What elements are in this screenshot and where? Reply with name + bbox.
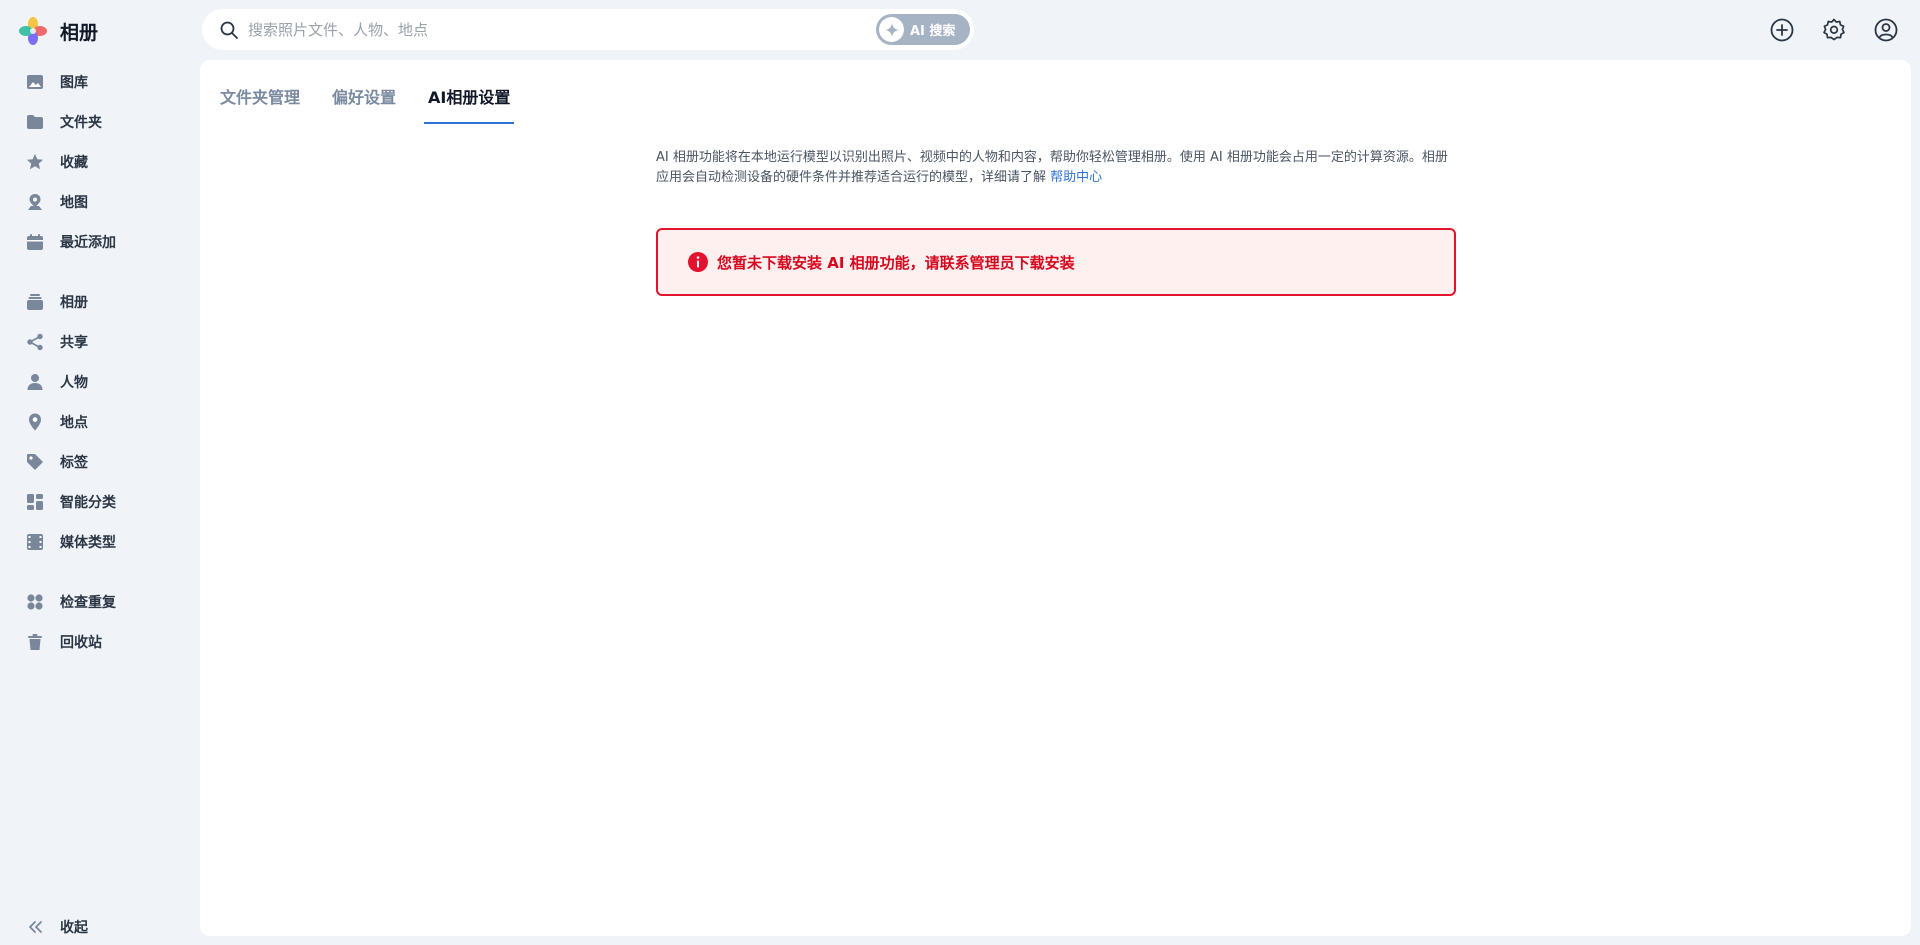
sidebar-item-share[interactable]: 共享 xyxy=(14,325,190,359)
settings-tabs: 文件夹管理 偏好设置 AI相册设置 xyxy=(220,82,542,124)
sidebar-item-label: 媒体类型 xyxy=(60,535,116,551)
search-icon xyxy=(218,19,240,41)
album-stack-icon xyxy=(22,289,48,315)
sidebar-item-places[interactable]: 地点 xyxy=(14,405,190,439)
sidebar-item-label: 智能分类 xyxy=(60,495,116,511)
sidebar-item-folders[interactable]: 文件夹 xyxy=(14,105,190,139)
location-icon xyxy=(22,409,48,435)
search-input[interactable] xyxy=(248,20,848,39)
search-bar: AI 搜索 xyxy=(202,9,974,50)
sidebar-item-label: 人物 xyxy=(60,375,88,391)
not-installed-alert: 您暂未下载安装 AI 相册功能，请联系管理员下载安装 xyxy=(656,228,1456,296)
ai-search-label: AI 搜索 xyxy=(910,24,956,39)
map-pin-icon xyxy=(22,189,48,215)
sidebar-item-map[interactable]: 地图 xyxy=(14,185,190,219)
user-account-icon[interactable] xyxy=(1872,16,1900,44)
person-icon xyxy=(22,369,48,395)
image-icon xyxy=(22,69,48,95)
sidebar-item-label: 检查重复 xyxy=(60,595,116,611)
gear-icon[interactable] xyxy=(1820,16,1848,44)
sidebar-item-tags[interactable]: 标签 xyxy=(14,445,190,479)
sidebar-item-people[interactable]: 人物 xyxy=(14,365,190,399)
sidebar-item-label: 标签 xyxy=(60,455,88,471)
sidebar-item-media-types[interactable]: 媒体类型 xyxy=(14,525,190,559)
alert-text: 您暂未下载安装 AI 相册功能，请联系管理员下载安装 xyxy=(717,253,1075,272)
sidebar-item-albums[interactable]: 相册 xyxy=(14,285,190,319)
sidebar-item-label: 图库 xyxy=(60,75,88,91)
sidebar-item-label: 文件夹 xyxy=(60,115,102,131)
collapse-label: 收起 xyxy=(60,920,88,936)
trash-icon xyxy=(22,629,48,655)
sidebar: 相册 图库 文件夹 收藏 地图 最近添加 相册 共享 人物 地点 标签 智能分类… xyxy=(0,0,200,945)
tab-ai-album-settings[interactable]: AI相册设置 xyxy=(424,82,515,124)
folder-icon xyxy=(22,109,48,135)
sidebar-item-duplicates[interactable]: 检查重复 xyxy=(14,585,190,619)
duplicates-icon xyxy=(22,589,48,615)
alert-icon xyxy=(687,251,709,273)
sidebar-item-label: 收藏 xyxy=(60,155,88,171)
sidebar-item-gallery[interactable]: 图库 xyxy=(14,65,190,99)
double-chevron-left-icon xyxy=(22,914,48,940)
sparkle-icon xyxy=(879,17,904,42)
film-icon xyxy=(22,529,48,555)
sidebar-item-favorites[interactable]: 收藏 xyxy=(14,145,190,179)
top-actions xyxy=(1768,16,1900,44)
add-icon[interactable] xyxy=(1768,16,1796,44)
app-window: 相册 图库 文件夹 收藏 地图 最近添加 相册 共享 人物 地点 标签 智能分类… xyxy=(0,0,1920,945)
app-logo-icon xyxy=(16,14,50,48)
help-center-link[interactable]: 帮助中心 xyxy=(1050,170,1102,185)
ai-search-button[interactable]: AI 搜索 xyxy=(876,14,970,45)
sidebar-item-label: 最近添加 xyxy=(60,235,116,251)
smart-category-icon xyxy=(22,489,48,515)
sidebar-item-label: 相册 xyxy=(60,295,88,311)
sidebar-item-label: 地点 xyxy=(60,415,88,431)
collapse-sidebar-button[interactable]: 收起 xyxy=(14,910,190,944)
sidebar-item-label: 共享 xyxy=(60,335,88,351)
tab-folder-management[interactable]: 文件夹管理 xyxy=(220,82,300,124)
calendar-icon xyxy=(22,229,48,255)
tag-icon xyxy=(22,449,48,475)
sidebar-item-trash[interactable]: 回收站 xyxy=(14,625,190,659)
brand: 相册 xyxy=(16,14,98,48)
settings-panel: 文件夹管理 偏好设置 AI相册设置 AI 相册功能将在本地运行模型以识别出照片、… xyxy=(200,60,1911,936)
sidebar-item-label: 地图 xyxy=(60,195,88,211)
ai-description: AI 相册功能将在本地运行模型以识别出照片、视频中的人物和内容，帮助你轻松管理相… xyxy=(656,148,1456,188)
star-icon xyxy=(22,149,48,175)
sidebar-item-smart-categories[interactable]: 智能分类 xyxy=(14,485,190,519)
share-icon xyxy=(22,329,48,355)
sidebar-item-label: 回收站 xyxy=(60,635,102,651)
tab-preferences[interactable]: 偏好设置 xyxy=(332,82,396,124)
app-title: 相册 xyxy=(60,21,99,44)
sidebar-item-recent[interactable]: 最近添加 xyxy=(14,225,190,259)
